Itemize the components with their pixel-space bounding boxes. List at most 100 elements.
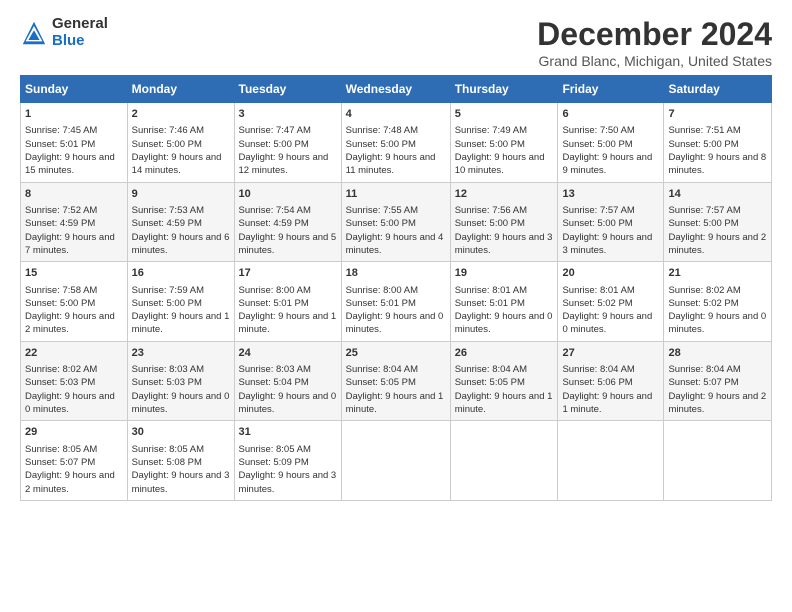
sunrise: Sunrise: 8:00 AM [239, 285, 311, 296]
daylight: Daylight: 9 hours and 1 minute. [562, 391, 652, 415]
day-number: 30 [132, 425, 230, 440]
day-number: 14 [668, 187, 767, 202]
sunrise: Sunrise: 8:00 AM [346, 285, 418, 296]
cell-3-1: 15Sunrise: 7:58 AMSunset: 5:00 PMDayligh… [21, 262, 128, 342]
sunrise: Sunrise: 8:01 AM [455, 285, 527, 296]
day-number: 10 [239, 187, 337, 202]
sunset: Sunset: 5:00 PM [668, 218, 738, 229]
daylight: Daylight: 9 hours and 6 minutes. [132, 232, 230, 256]
sunrise: Sunrise: 7:57 AM [668, 205, 740, 216]
daylight: Daylight: 9 hours and 11 minutes. [346, 152, 436, 176]
day-number: 20 [562, 266, 659, 281]
daylight: Daylight: 9 hours and 0 minutes. [25, 391, 115, 415]
calendar-table: Sunday Monday Tuesday Wednesday Thursday… [20, 75, 772, 501]
day-number: 6 [562, 107, 659, 122]
cell-2-2: 9Sunrise: 7:53 AMSunset: 4:59 PMDaylight… [127, 182, 234, 262]
cell-2-4: 11 Sunrise: 7:55 AM Sunset: 5:00 PM Dayligh… [341, 182, 450, 262]
sunset: Sunset: 5:00 PM [132, 298, 202, 309]
daylight: Daylight: 9 hours and 10 minutes. [455, 152, 545, 176]
cell-2-6: 13Sunrise: 7:57 AMSunset: 5:00 PMDayligh… [558, 182, 664, 262]
sunrise: Sunrise: 8:05 AM [25, 444, 97, 455]
cell-2-7: 14Sunrise: 7:57 AMSunset: 5:00 PMDayligh… [664, 182, 772, 262]
sunset: Sunset: 5:08 PM [132, 457, 202, 468]
daylight: Daylight: 9 hours and 3 minutes. [455, 232, 553, 256]
cell-1-7: 7Sunrise: 7:51 AMSunset: 5:00 PMDaylight… [664, 103, 772, 183]
sunset: Sunset: 5:00 PM [562, 139, 632, 150]
day-number: 12 [455, 187, 554, 202]
sunrise: Sunrise: 7:52 AM [25, 205, 97, 216]
cell-1-2: 2 Sunrise: 7:46 AM Sunset: 5:00 PM Daylight… [127, 103, 234, 183]
day-number: 2 [132, 107, 230, 122]
cell-3-7: 21Sunrise: 8:02 AMSunset: 5:02 PMDayligh… [664, 262, 772, 342]
sunrise: Sunrise: 8:05 AM [239, 444, 311, 455]
sunrise: Sunrise: 7:55 AM [346, 205, 418, 216]
week-row-5: 29 Sunrise: 8:05 AM Sunset: 5:07 PM Dayligh… [21, 421, 772, 501]
daylight: Daylight: 9 hours and 2 minutes. [25, 311, 115, 335]
sunset: Sunset: 5:09 PM [239, 457, 309, 468]
daylight: Daylight: 9 hours and 2 minutes. [25, 470, 115, 494]
sunrise: Sunrise: 7:56 AM [455, 205, 527, 216]
header-wednesday: Wednesday [341, 76, 450, 103]
sunset: Sunset: 5:00 PM [346, 139, 416, 150]
daylight: Daylight: 9 hours and 0 minutes. [239, 391, 337, 415]
daylight: Daylight: 9 hours and 1 minute. [346, 391, 444, 415]
day-number: 7 [668, 107, 767, 122]
header-sunday: Sunday [21, 76, 128, 103]
cell-1-6: 6Sunrise: 7:50 AMSunset: 5:00 PMDaylight… [558, 103, 664, 183]
sunrise: Sunrise: 7:53 AM [132, 205, 204, 216]
daylight: Daylight: 9 hours and 0 minutes. [668, 311, 766, 335]
day-number: 19 [455, 266, 554, 281]
cell-1-1: 1Sunrise: 7:45 AMSunset: 5:01 PMDaylight… [21, 103, 128, 183]
header-tuesday: Tuesday [234, 76, 341, 103]
sunset: Sunset: 5:05 PM [455, 377, 525, 388]
cell-5-1: 29 Sunrise: 8:05 AM Sunset: 5:07 PM Dayligh… [21, 421, 128, 501]
logo-icon [20, 19, 48, 47]
sunset: Sunset: 5:00 PM [132, 139, 202, 150]
sunrise: Sunrise: 7:49 AM [455, 125, 527, 136]
daylight: Daylight: 9 hours and 4 minutes. [346, 232, 444, 256]
cell-4-6: 27Sunrise: 8:04 AMSunset: 5:06 PMDayligh… [558, 341, 664, 421]
cell-3-4: 18Sunrise: 8:00 AMSunset: 5:01 PMDayligh… [341, 262, 450, 342]
sunset: Sunset: 4:59 PM [25, 218, 95, 229]
sunrise: Sunrise: 7:47 AM [239, 125, 311, 136]
cell-5-4 [341, 421, 450, 501]
title-section: December 2024 Grand Blanc, Michigan, Uni… [537, 16, 772, 69]
day-number: 11 [346, 187, 446, 202]
sunrise: Sunrise: 8:05 AM [132, 444, 204, 455]
daylight: Daylight: 9 hours and 0 minutes. [132, 391, 230, 415]
day-number: 16 [132, 266, 230, 281]
cell-4-1: 22Sunrise: 8:02 AMSunset: 5:03 PMDayligh… [21, 341, 128, 421]
header: General Blue December 2024 Grand Blanc, … [20, 16, 772, 69]
cell-1-4: 4Sunrise: 7:48 AMSunset: 5:00 PMDaylight… [341, 103, 450, 183]
sunset: Sunset: 5:07 PM [668, 377, 738, 388]
sunset: Sunset: 5:03 PM [132, 377, 202, 388]
sunset: Sunset: 5:02 PM [562, 298, 632, 309]
logo-text: General Blue [52, 16, 108, 49]
daylight: Daylight: 9 hours and 14 minutes. [132, 152, 222, 176]
sunset: Sunset: 5:00 PM [346, 218, 416, 229]
sunrise: Sunrise: 7:58 AM [25, 285, 97, 296]
sunset: Sunset: 5:02 PM [668, 298, 738, 309]
day-number: 22 [25, 346, 123, 361]
day-number: 21 [668, 266, 767, 281]
sunset: Sunset: 5:00 PM [25, 298, 95, 309]
cell-5-2: 30Sunrise: 8:05 AMSunset: 5:08 PMDayligh… [127, 421, 234, 501]
header-friday: Friday [558, 76, 664, 103]
cell-3-6: 20Sunrise: 8:01 AMSunset: 5:02 PMDayligh… [558, 262, 664, 342]
sunrise: Sunrise: 7:45 AM [25, 125, 97, 136]
sunrise: Sunrise: 7:46 AM [132, 125, 204, 136]
daylight: Daylight: 9 hours and 15 minutes. [25, 152, 115, 176]
cell-5-6 [558, 421, 664, 501]
day-number: 29 [25, 425, 123, 440]
sunrise: Sunrise: 7:50 AM [562, 125, 634, 136]
cell-3-2: 16Sunrise: 7:59 AMSunset: 5:00 PMDayligh… [127, 262, 234, 342]
daylight: Daylight: 9 hours and 3 minutes. [562, 232, 652, 256]
cell-1-5: 5Sunrise: 7:49 AMSunset: 5:00 PMDaylight… [450, 103, 558, 183]
cell-4-5: 26Sunrise: 8:04 AMSunset: 5:05 PMDayligh… [450, 341, 558, 421]
daylight: Daylight: 9 hours and 1 minute. [239, 311, 337, 335]
sunset: Sunset: 5:01 PM [346, 298, 416, 309]
logo-general: General [52, 16, 108, 33]
sunrise: Sunrise: 8:03 AM [239, 364, 311, 375]
sunset: Sunset: 5:06 PM [562, 377, 632, 388]
sunset: Sunset: 5:07 PM [25, 457, 95, 468]
